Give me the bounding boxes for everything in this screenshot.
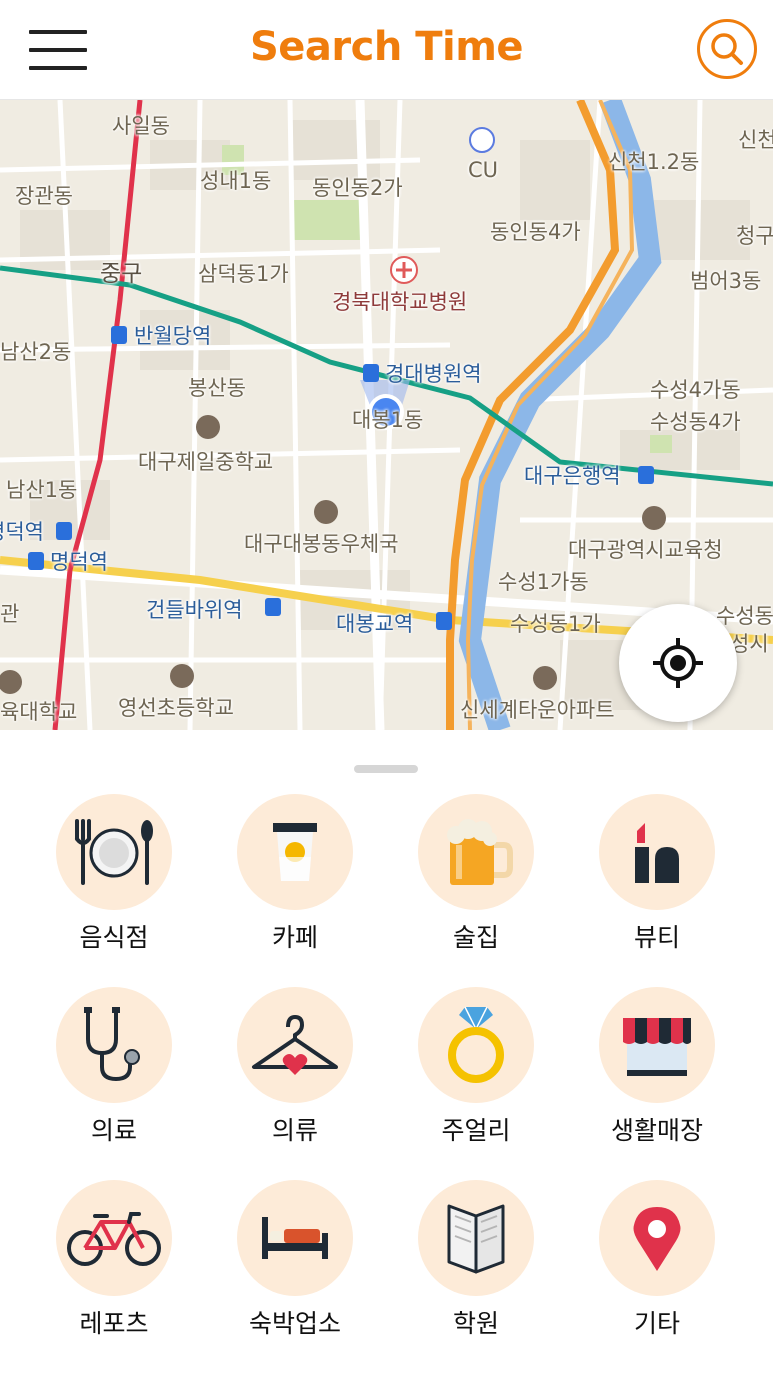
map-label: 범어3동 bbox=[690, 269, 762, 293]
map-label: 신세계타운아파트 bbox=[460, 698, 615, 722]
map-view[interactable]: 사일동 장관동 성내1동 동인동2가 CU 신천1.2동 신천 동인동4가 청구… bbox=[0, 100, 773, 730]
map-label: 경북대학교병원 bbox=[332, 290, 468, 314]
diamond-ring-icon bbox=[418, 987, 534, 1103]
my-location-button[interactable] bbox=[619, 604, 737, 722]
map-label: 삼덕동1가 bbox=[198, 262, 289, 286]
cosmetics-icon bbox=[599, 794, 715, 910]
open-book-icon bbox=[418, 1180, 534, 1296]
map-label: 대구은행역 bbox=[524, 464, 621, 488]
map-label: 대봉1동 bbox=[352, 408, 424, 432]
sheet-drag-handle[interactable] bbox=[354, 765, 418, 773]
map-label: 경대병원역 bbox=[385, 362, 482, 386]
search-icon bbox=[697, 19, 757, 79]
clothes-hanger-icon bbox=[237, 987, 353, 1103]
category-label: 뷰티 bbox=[633, 923, 680, 952]
category-label: 의류 bbox=[271, 1116, 318, 1145]
category-label: 술집 bbox=[452, 923, 499, 952]
map-label: 동인동2가 bbox=[312, 176, 403, 200]
category-bar[interactable]: 술집 bbox=[396, 794, 556, 964]
category-sheet: 음식점 카페 술집 뷰티 의료 의류 주얼리 생활매장 레포츠 숙박업소 학원 … bbox=[0, 730, 773, 1374]
map-label: 대구대봉동우체국 bbox=[244, 532, 399, 556]
map-label: 건들바위역 bbox=[146, 598, 243, 622]
app-title: Search Time bbox=[249, 24, 524, 70]
category-label: 의료 bbox=[90, 1116, 137, 1145]
category-label: 학원 bbox=[452, 1309, 499, 1338]
map-label: 청구 bbox=[736, 224, 773, 248]
category-academy[interactable]: 학원 bbox=[396, 1180, 556, 1350]
map-label: 대구광역시교육청 bbox=[568, 538, 723, 562]
category-clothing[interactable]: 의류 bbox=[215, 987, 375, 1157]
map-label: 장관동 bbox=[15, 184, 73, 208]
category-label: 카페 bbox=[271, 923, 318, 952]
my-location-icon bbox=[653, 638, 703, 688]
bed-icon bbox=[237, 1180, 353, 1296]
category-cafe[interactable]: 카페 bbox=[215, 794, 375, 964]
bicycle-icon bbox=[56, 1180, 172, 1296]
category-medical[interactable]: 의료 bbox=[34, 987, 194, 1157]
category-label: 숙박업소 bbox=[248, 1309, 341, 1338]
map-label: 관 bbox=[0, 602, 20, 626]
map-label: 수성동4가 bbox=[650, 410, 741, 434]
category-label: 주얼리 bbox=[441, 1116, 511, 1145]
category-jewelry[interactable]: 주얼리 bbox=[396, 987, 556, 1157]
coffee-cup-icon bbox=[237, 794, 353, 910]
beer-mug-icon bbox=[418, 794, 534, 910]
app-header: Search Time bbox=[0, 0, 773, 100]
category-label: 기타 bbox=[633, 1309, 680, 1338]
map-label: 반월당역 bbox=[134, 324, 212, 348]
map-label: 동인동4가 bbox=[490, 220, 581, 244]
category-beauty[interactable]: 뷰티 bbox=[577, 794, 737, 964]
category-etc[interactable]: 기타 bbox=[577, 1180, 737, 1350]
category-label: 음식점 bbox=[79, 923, 149, 952]
map-label: 사일동 bbox=[112, 114, 170, 138]
search-button[interactable] bbox=[696, 18, 758, 80]
map-label: 수성4가동 bbox=[650, 378, 741, 402]
category-label: 생활매장 bbox=[610, 1116, 703, 1145]
map-pin-icon bbox=[599, 1180, 715, 1296]
map-label: CU bbox=[468, 158, 499, 182]
map-label: 남산1동 bbox=[6, 478, 78, 502]
map-label: 남산2동 bbox=[0, 340, 72, 364]
map-label: 수성1가동 bbox=[498, 570, 589, 594]
map-label: 중구 bbox=[100, 261, 143, 287]
category-store[interactable]: 생활매장 bbox=[577, 987, 737, 1157]
map-label: 봉산동 bbox=[188, 376, 246, 400]
category-label: 레포츠 bbox=[79, 1309, 149, 1338]
map-label: 명덕역 bbox=[0, 520, 44, 544]
map-label: 대봉교역 bbox=[336, 612, 414, 636]
stethoscope-icon bbox=[56, 987, 172, 1103]
category-lodging[interactable]: 숙박업소 bbox=[215, 1180, 375, 1350]
map-label: 영선초등학교 bbox=[118, 696, 234, 720]
map-label: 명덕역 bbox=[50, 550, 108, 574]
store-awning-icon bbox=[599, 987, 715, 1103]
map-label: 육대학교 bbox=[0, 700, 78, 724]
category-sports[interactable]: 레포츠 bbox=[34, 1180, 194, 1350]
restaurant-plate-icon bbox=[56, 794, 172, 910]
map-label: 수성동1가 bbox=[510, 612, 601, 636]
map-label: 성내1동 bbox=[200, 169, 272, 193]
category-restaurant[interactable]: 음식점 bbox=[34, 794, 194, 964]
map-label: 대구제일중학교 bbox=[138, 450, 274, 474]
map-label: 신천1.2동 bbox=[608, 150, 700, 174]
map-label: 신천 bbox=[738, 128, 773, 152]
